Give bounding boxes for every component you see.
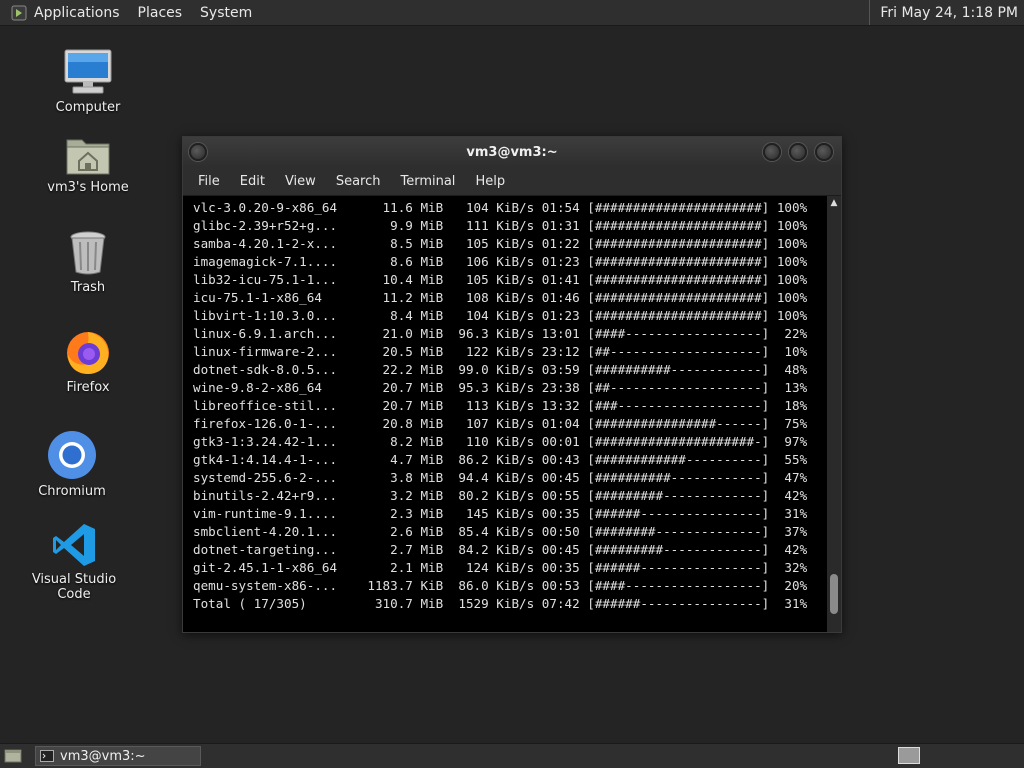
desktop-icon-trash[interactable]: Trash bbox=[28, 226, 148, 295]
terminal-line: vlc-3.0.20-9-x86_64 11.6 MiB 104 KiB/s 0… bbox=[193, 200, 808, 215]
terminal-line: libvirt-1:10.3.0... 8.4 MiB 104 KiB/s 01… bbox=[193, 308, 808, 323]
trash-icon bbox=[62, 226, 114, 276]
terminal-line: wine-9.8-2-x86_64 20.7 MiB 95.3 KiB/s 23… bbox=[193, 380, 808, 395]
desktop-icon-firefox[interactable]: Firefox bbox=[28, 326, 148, 395]
workspace-switcher[interactable] bbox=[898, 747, 920, 764]
terminal-text: vlc-3.0.20-9-x86_64 11.6 MiB 104 KiB/s 0… bbox=[183, 196, 827, 613]
terminal-icon bbox=[40, 750, 54, 762]
desktop-icon-home[interactable]: vm3's Home bbox=[28, 126, 148, 195]
terminal-scrollbar[interactable]: ▲ bbox=[827, 196, 841, 632]
window-title: vm3@vm3:~ bbox=[466, 144, 558, 160]
terminal-line: samba-4.20.1-2-x... 8.5 MiB 105 KiB/s 01… bbox=[193, 236, 808, 251]
menu-help[interactable]: Help bbox=[470, 174, 510, 189]
terminal-line: linux-firmware-2... 20.5 MiB 122 KiB/s 2… bbox=[193, 344, 808, 359]
desktop-icon-label: Visual Studio Code bbox=[31, 572, 117, 602]
menu-file[interactable]: File bbox=[193, 174, 225, 189]
terminal-line: smbclient-4.20.1... 2.6 MiB 85.4 KiB/s 0… bbox=[193, 524, 808, 539]
chromium-icon bbox=[46, 430, 98, 480]
terminal-line: qemu-system-x86-... 1183.7 KiB 86.0 KiB/… bbox=[193, 578, 808, 593]
menu-edit[interactable]: Edit bbox=[235, 174, 270, 189]
vscode-icon bbox=[48, 518, 100, 568]
firefox-icon bbox=[62, 326, 114, 376]
terminal-line: linux-6.9.1.arch... 21.0 MiB 96.3 KiB/s … bbox=[193, 326, 808, 341]
minimize-button[interactable] bbox=[763, 143, 781, 161]
window-menu-icon[interactable] bbox=[189, 143, 207, 161]
terminal-line: dotnet-targeting... 2.7 MiB 84.2 KiB/s 0… bbox=[193, 542, 808, 557]
window-titlebar[interactable]: vm3@vm3:~ bbox=[183, 137, 841, 167]
terminal-line: lib32-icu-75.1-1... 10.4 MiB 105 KiB/s 0… bbox=[193, 272, 808, 287]
clock-text: Fri May 24, 1:18 PM bbox=[880, 4, 1018, 21]
desktop-icon-label: Trash bbox=[70, 280, 106, 295]
terminal-line: git-2.45.1-1-x86_64 2.1 MiB 124 KiB/s 00… bbox=[193, 560, 808, 575]
terminal-window[interactable]: vm3@vm3:~ File Edit View Search Terminal… bbox=[182, 136, 842, 633]
menu-terminal[interactable]: Terminal bbox=[395, 174, 460, 189]
desktop-icon-chromium[interactable]: Chromium bbox=[12, 430, 132, 499]
terminal-line: binutils-2.42+r9... 3.2 MiB 80.2 KiB/s 0… bbox=[193, 488, 808, 503]
top-panel: Applications Places System Fri May 24, 1… bbox=[0, 0, 1024, 26]
terminal-line: Total ( 17/305) 310.7 MiB 1529 KiB/s 07:… bbox=[193, 596, 808, 611]
places-menu[interactable]: Places bbox=[138, 5, 183, 21]
desktop-icon-vscode[interactable]: Visual Studio Code bbox=[14, 518, 134, 602]
desktop-icon-computer[interactable]: Computer bbox=[28, 46, 148, 115]
terminal-line: vim-runtime-9.1.... 2.3 MiB 145 KiB/s 00… bbox=[193, 506, 808, 521]
terminal-line: glibc-2.39+r52+g... 9.9 MiB 111 KiB/s 01… bbox=[193, 218, 808, 233]
terminal-line: imagemagick-7.1.... 8.6 MiB 106 KiB/s 01… bbox=[193, 254, 808, 269]
maximize-button[interactable] bbox=[789, 143, 807, 161]
desktop-icon-label: vm3's Home bbox=[47, 180, 129, 195]
bottom-panel: vm3@vm3:~ bbox=[0, 743, 1024, 768]
applications-menu-icon[interactable] bbox=[10, 4, 28, 22]
clock[interactable]: Fri May 24, 1:18 PM bbox=[869, 0, 1024, 25]
show-desktop-icon[interactable] bbox=[3, 747, 23, 765]
close-button[interactable] bbox=[815, 143, 833, 161]
applications-menu[interactable]: Applications bbox=[34, 5, 120, 21]
terminal-output[interactable]: vlc-3.0.20-9-x86_64 11.6 MiB 104 KiB/s 0… bbox=[183, 196, 827, 632]
system-menu[interactable]: System bbox=[200, 5, 252, 21]
scrollbar-thumb[interactable] bbox=[830, 574, 838, 614]
home-folder-icon bbox=[62, 126, 114, 176]
desktop-icon-label: Chromium bbox=[38, 484, 106, 499]
terminal-line: libreoffice-stil... 20.7 MiB 113 KiB/s 1… bbox=[193, 398, 808, 413]
terminal-line: firefox-126.0-1-... 20.8 MiB 107 KiB/s 0… bbox=[193, 416, 808, 431]
desktop-icon-label: Firefox bbox=[66, 380, 110, 395]
taskbar-window-button[interactable]: vm3@vm3:~ bbox=[35, 746, 201, 766]
scroll-up-arrow-icon[interactable]: ▲ bbox=[829, 198, 839, 208]
terminal-line: gtk4-1:4.14.4-1-... 4.7 MiB 86.2 KiB/s 0… bbox=[193, 452, 808, 467]
taskbar-window-label: vm3@vm3:~ bbox=[60, 748, 146, 764]
terminal-line: icu-75.1-1-x86_64 11.2 MiB 108 KiB/s 01:… bbox=[193, 290, 808, 305]
terminal-line: gtk3-1:3.24.42-1... 8.2 MiB 110 KiB/s 00… bbox=[193, 434, 808, 449]
terminal-line: dotnet-sdk-8.0.5... 22.2 MiB 99.0 KiB/s … bbox=[193, 362, 808, 377]
computer-icon bbox=[62, 46, 114, 96]
menu-view[interactable]: View bbox=[280, 174, 321, 189]
terminal-menubar: File Edit View Search Terminal Help bbox=[183, 167, 841, 196]
menu-search[interactable]: Search bbox=[331, 174, 386, 189]
desktop-icon-label: Computer bbox=[55, 100, 121, 115]
terminal-line: systemd-255.6-2-... 3.8 MiB 94.4 KiB/s 0… bbox=[193, 470, 808, 485]
